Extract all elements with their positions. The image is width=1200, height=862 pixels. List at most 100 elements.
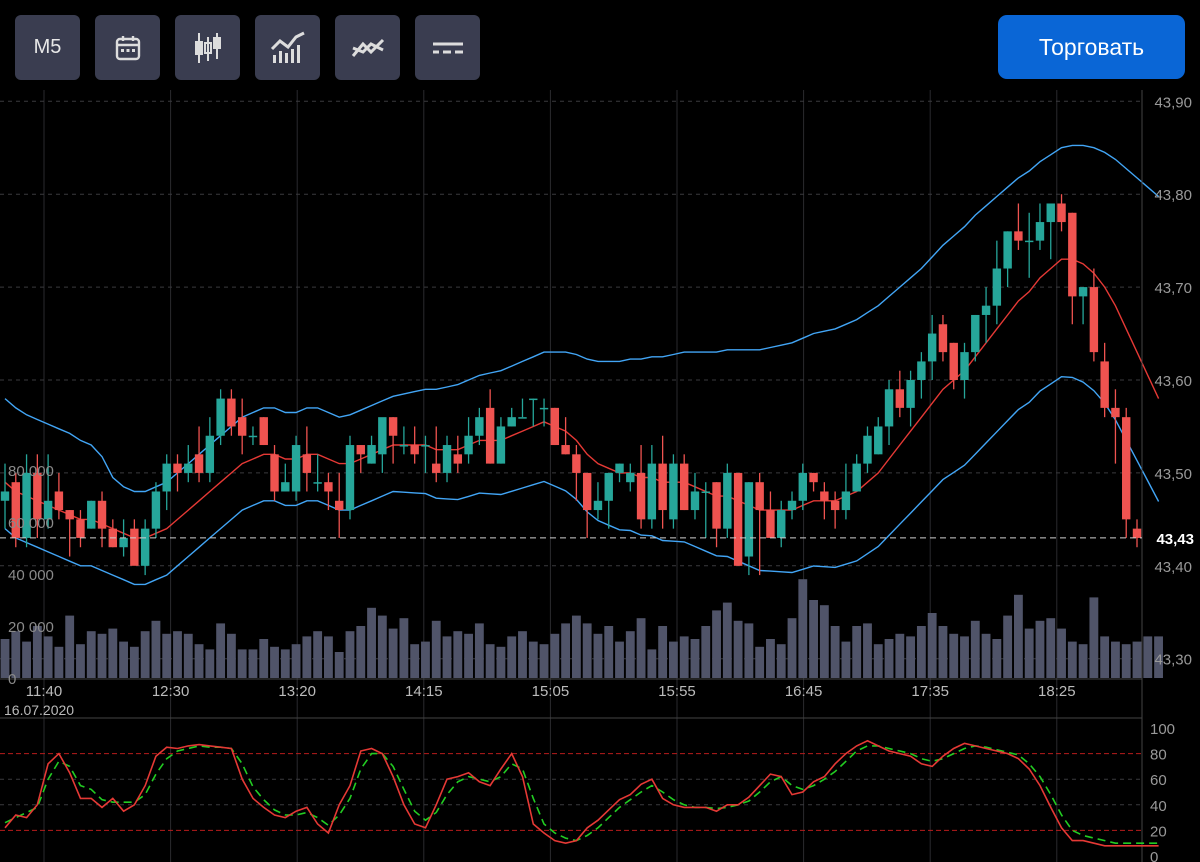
volume-bar [787, 618, 797, 678]
volume-bars [0, 579, 1163, 678]
date-label: 16.07.2020 [4, 702, 74, 718]
volume-bar [1121, 644, 1131, 678]
candle-body [798, 472, 807, 501]
candle-body [755, 482, 764, 511]
candle-body [723, 472, 732, 529]
volume-bar [658, 626, 668, 678]
volume-bar [86, 631, 96, 678]
candle-body [927, 333, 937, 362]
volume-bar [410, 644, 420, 678]
volume-bar [798, 579, 808, 678]
volume-bar [226, 633, 236, 678]
candle-body [636, 472, 646, 520]
price-tick-label: 43,30 [1154, 652, 1192, 669]
candle-body [388, 417, 398, 436]
volume-bar [1057, 628, 1066, 678]
candle-body [1089, 287, 1099, 353]
candle-body [54, 491, 64, 511]
candle-body [270, 454, 279, 492]
candle-body [766, 510, 775, 538]
candle-body [194, 454, 204, 473]
candle-body [151, 491, 161, 529]
candle-body [173, 463, 182, 473]
volume-bar [668, 641, 678, 678]
candle-body [324, 482, 333, 492]
volume-bar [571, 615, 581, 678]
volume-bar [302, 636, 312, 678]
volume-bar [356, 626, 366, 678]
volume-bar [324, 636, 333, 678]
volume-bar [809, 600, 818, 678]
price-chart[interactable]: 11:40 12:30 13:20 14:15 15:05 15:55 16:45 17:35… [0, 0, 1200, 862]
x-tick-label: 12:30 [152, 683, 190, 700]
candle-body [227, 398, 236, 427]
candle-body [679, 463, 689, 511]
candlesticks [0, 194, 1142, 576]
volume-bar [766, 639, 775, 678]
candle-body [906, 380, 915, 408]
volume-bar [54, 646, 64, 678]
volume-bar [636, 618, 646, 678]
volume-bar [496, 646, 506, 678]
candle-body [1003, 231, 1012, 269]
volume-bar [22, 641, 31, 678]
volume-bar [701, 626, 711, 678]
candle-body [981, 305, 991, 315]
candle-body [604, 472, 613, 501]
candle-body [690, 491, 700, 511]
x-tick-label: 16:45 [785, 683, 823, 700]
volume-bar [863, 623, 872, 678]
candle-body [313, 482, 322, 484]
candle-body [1024, 240, 1034, 243]
x-tick-label: 13:20 [278, 683, 316, 700]
volume-bar [453, 631, 463, 678]
volume-bar [615, 641, 624, 678]
candle-body [1132, 528, 1142, 538]
candle-body [399, 445, 409, 447]
volume-bar [76, 644, 85, 678]
volume-bar [733, 620, 743, 678]
volume-bar [992, 639, 1002, 678]
candle-body [820, 491, 829, 501]
volume-bar [884, 639, 894, 678]
volume-bar [1132, 641, 1142, 678]
stoch-d-line [4, 745, 1159, 845]
candle-body [87, 500, 96, 529]
candle-body [1014, 231, 1023, 241]
candle-body [0, 491, 10, 501]
candle-body [1122, 417, 1131, 520]
candle-body [960, 352, 969, 380]
price-tick-label: 43,40 [1154, 559, 1192, 576]
candle-body [378, 417, 387, 455]
candle-body [572, 454, 581, 473]
candle-body [647, 463, 657, 520]
volume-bar [399, 618, 409, 678]
volume-bar [776, 644, 786, 678]
bollinger-bands [4, 144, 1160, 586]
volume-bar [270, 646, 279, 678]
candle-body [884, 389, 894, 427]
candle-body [97, 500, 107, 529]
volume-tick-label: 0 [8, 671, 16, 688]
volume-tick-label: 60 000 [8, 515, 54, 532]
candle-body [787, 500, 797, 511]
volume-bar [819, 605, 829, 678]
volume-bar [313, 631, 323, 678]
volume-bar [151, 620, 161, 678]
volume-bar [906, 636, 916, 678]
candle-body [367, 445, 376, 464]
candle-body [518, 417, 527, 419]
volume-bar [183, 633, 193, 678]
stoch-tick-label: 40 [1150, 798, 1167, 815]
volume-bar [108, 628, 118, 678]
candle-body [971, 314, 980, 353]
volume-bar [1089, 597, 1099, 678]
volume-bar [949, 633, 959, 678]
candle-body [1100, 361, 1109, 408]
candle-body [593, 500, 603, 511]
price-tick-label: 43,90 [1154, 94, 1192, 111]
stoch-tick-label: 80 [1150, 747, 1167, 764]
candle-body [841, 491, 851, 511]
volume-bar [119, 641, 129, 678]
candle-body [733, 472, 743, 566]
